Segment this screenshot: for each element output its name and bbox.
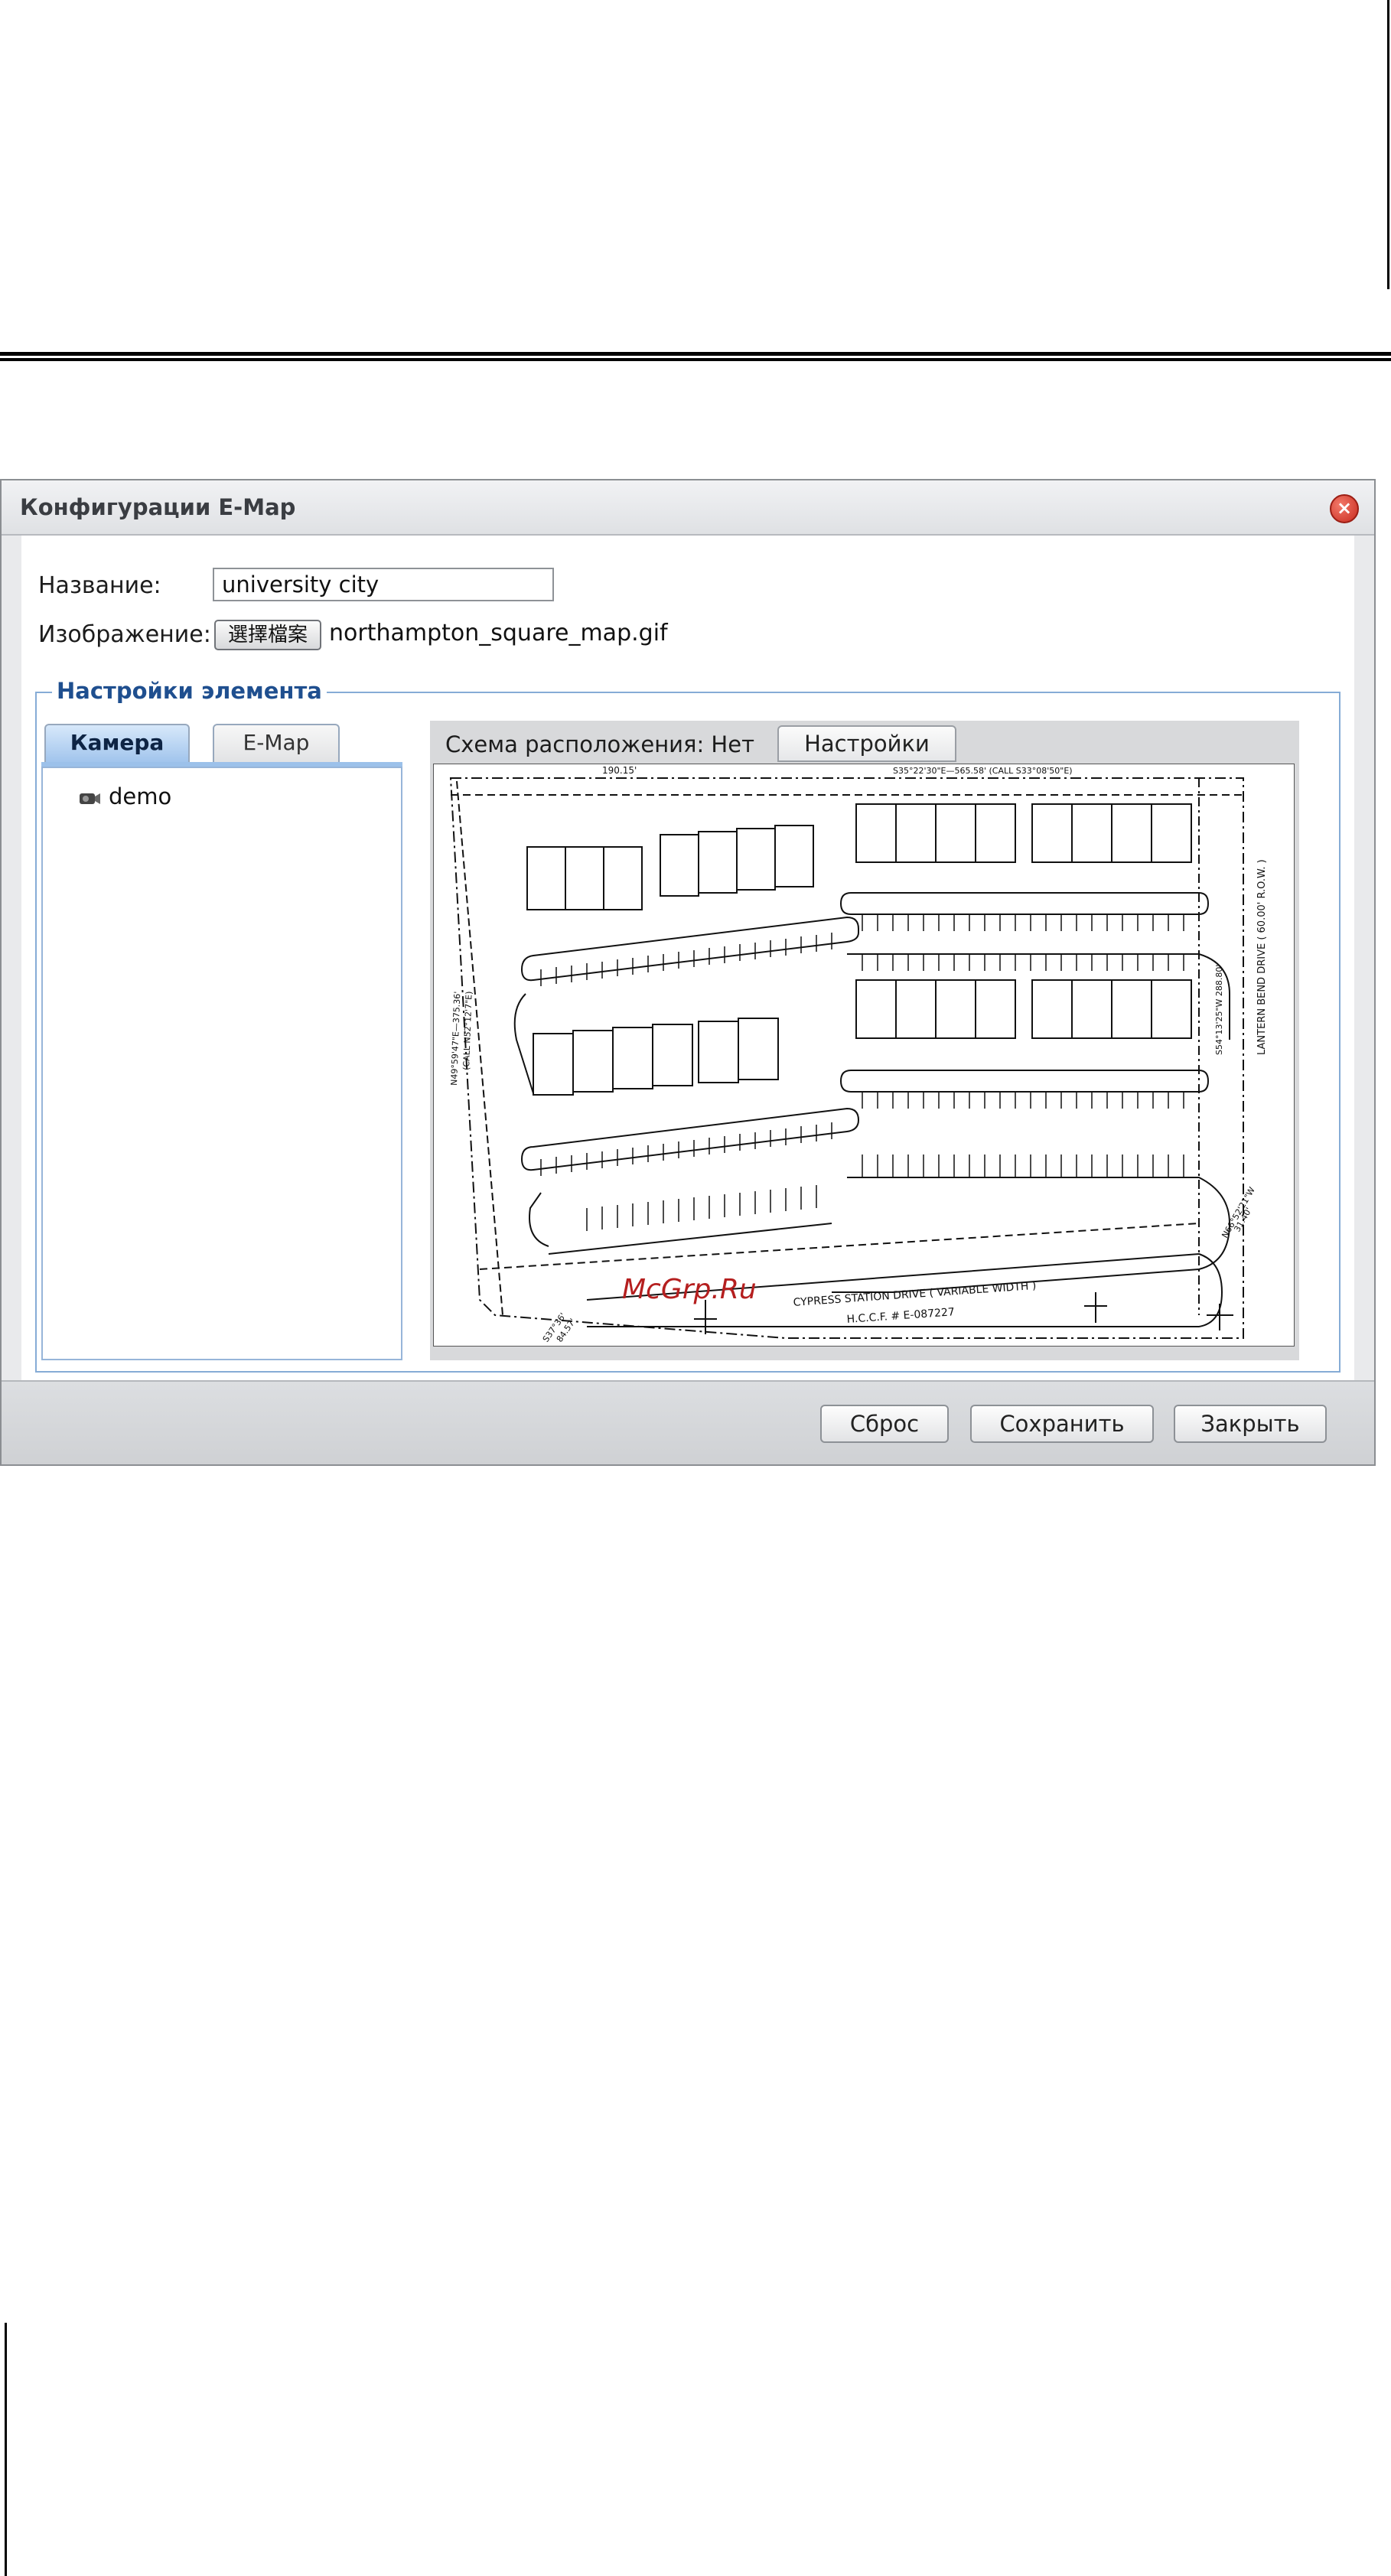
map-left-bearing: N49°59'47"E—375.36' — [449, 991, 462, 1086]
close-icon[interactable]: × — [1330, 494, 1359, 523]
layout-status: Схема расположения: Нет — [445, 731, 754, 757]
watermark: McGrp.Ru — [622, 1274, 757, 1305]
element-settings-group: Настройки элемента Камера E-Map demo Схе… — [35, 678, 1341, 1373]
map-panel: Схема расположения: Нет Настройки 190.15… — [430, 721, 1299, 1360]
map-road-hccf: H.C.C.F. # E-087227 — [846, 1306, 955, 1326]
map-image[interactable]: 190.15' S35°22'30"E—565.58' (CALL S33°08… — [433, 764, 1295, 1347]
group-legend: Настройки элемента — [52, 678, 327, 704]
page-border-top — [1387, 0, 1389, 289]
name-label: Название: — [38, 572, 161, 599]
map-right-road: LANTERN BEND DRIVE ( 60.00' R.O.W. ) — [1256, 859, 1268, 1055]
dialog-title: Конфигурации E-Map — [20, 494, 296, 520]
dialog-titlebar: Конфигурации E-Map × — [2, 480, 1374, 536]
name-input[interactable] — [213, 568, 554, 601]
map-top-bearing: S35°22'30"E—565.58' (CALL S33°08'50"E) — [893, 766, 1073, 776]
tree-item-label: demo — [109, 783, 172, 809]
close-button[interactable]: Закрыть — [1174, 1405, 1327, 1443]
map-top-dim: 190.15' — [602, 765, 637, 776]
site-plan-drawing: 190.15' S35°22'30"E—565.58' (CALL S33°08… — [449, 765, 1268, 1344]
dialog-footer: Сброс Сохранить Закрыть — [2, 1380, 1374, 1464]
image-label: Изображение: — [38, 621, 211, 648]
page-rule — [0, 352, 1391, 361]
file-name: northampton_square_map.gif — [329, 620, 668, 646]
map-right-bearing: S54°13'25"W 288.80' — [1214, 965, 1224, 1055]
dialog-body: Название: Изображение: 選擇檔案 northampton_… — [21, 536, 1354, 1382]
reset-button[interactable]: Сброс — [820, 1405, 949, 1443]
emap-config-dialog: Конфигурации E-Map × Название: Изображен… — [0, 479, 1376, 1466]
page-border-bottom — [5, 2323, 7, 2576]
camera-tree: demo — [41, 767, 402, 1360]
choose-file-button[interactable]: 選擇檔案 — [214, 620, 321, 650]
tab-emap[interactable]: E-Map — [213, 724, 340, 764]
tab-camera[interactable]: Камера — [44, 724, 190, 764]
map-road-name: CYPRESS STATION DRIVE ( VARIABLE WIDTH ) — [793, 1280, 1037, 1309]
map-left-call: (CALL N52°12'7"E) — [461, 991, 474, 1070]
save-button[interactable]: Сохранить — [970, 1405, 1154, 1443]
settings-button[interactable]: Настройки — [777, 725, 956, 762]
camera-icon — [80, 793, 100, 804]
